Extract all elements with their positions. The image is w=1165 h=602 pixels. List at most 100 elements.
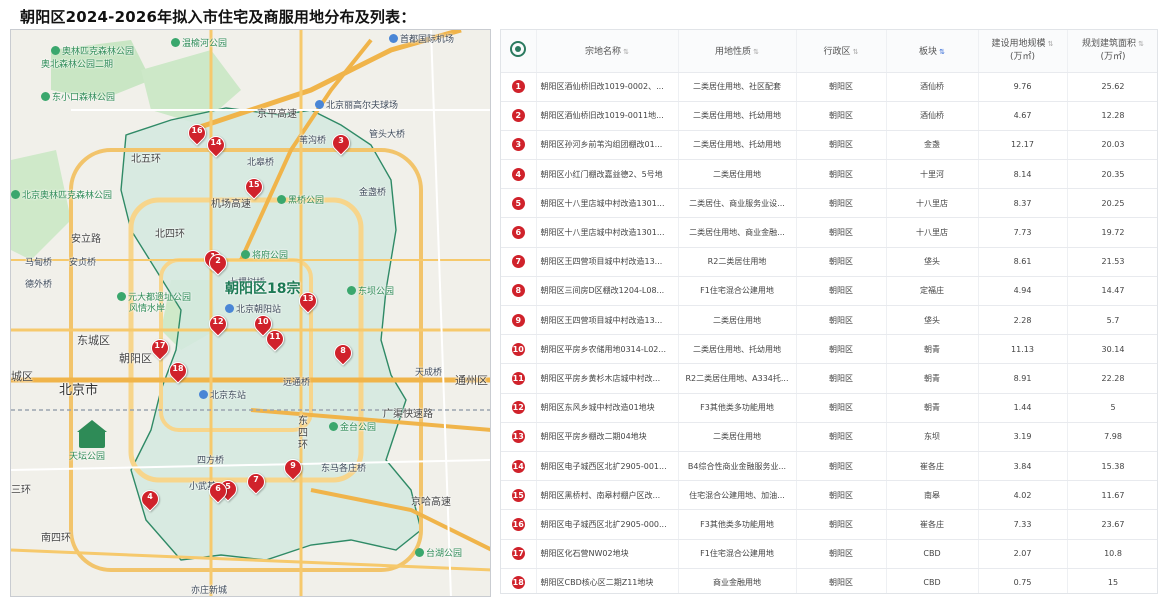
table-row[interactable]: 4 朝阳区小红门棚改嘉益德2、5号地 二类居住用地 朝阳区 十里河 8.14 20.35 (501, 159, 1157, 190)
locate-icon[interactable] (510, 41, 527, 58)
map-pin-4[interactable]: 4 (137, 486, 163, 514)
row-index-badge: 4 (511, 167, 525, 181)
district-cell: 朝阳区 (796, 247, 887, 277)
row-index-badge: 15 (511, 488, 525, 502)
land-name-cell: 朝阳区化石营NW02地块 (536, 539, 679, 569)
table-row[interactable]: 18 朝阳区CBD核心区二期Z11地块 商业金融用地 朝阳区 CBD 0.75 15 (501, 568, 1157, 593)
poi-label: 金台公园 (329, 422, 376, 433)
land-scale-cell: 11.13 (978, 334, 1068, 365)
table-row[interactable]: 15 朝阳区黑桥村、南皋村棚户区改... 住宅混合公建用地、加油... 朝阳区 南皋 4.… (501, 480, 1157, 511)
district-cell: 朝阳区 (796, 276, 887, 307)
table-row[interactable]: 12 朝阳区东风乡城中村改造01地块 F3其他类多功能用地 朝阳区 朝青 1.44 5 (501, 393, 1157, 423)
bridge-label: 四方桥 (197, 456, 225, 466)
sort-icon[interactable]: ⇅ (1138, 40, 1144, 48)
area-cell: 定福庄 (886, 276, 979, 307)
table-row[interactable]: 17 朝阳区化石营NW02地块 F1住宅混合公建用地 朝阳区 CBD 2.07 10.8 (501, 539, 1157, 569)
district-cell: 朝阳区 (796, 451, 887, 482)
land-name-cell: 朝阳区王四营项目城中村改造13... (536, 305, 679, 336)
table-row[interactable]: 9 朝阳区王四营项目城中村改造13... 二类居住用地 朝阳区 垡头 2.28 5.7 (501, 305, 1157, 336)
build-area-cell: 15.38 (1067, 451, 1157, 482)
map-pin-13[interactable]: 13 (295, 288, 321, 316)
column-header-use[interactable]: 用地性质 ⇅ (678, 30, 797, 73)
map-pin-8[interactable]: 8 (330, 340, 356, 368)
land-name-cell: 朝阳区酒仙桥旧改1019-0002、... (536, 72, 679, 102)
table-row[interactable]: 8 朝阳区三间房D区棚改1204-L08... F1住宅混合公建用地 朝阳区 定福庄 4.… (501, 276, 1157, 307)
land-name-cell: 朝阳区平房乡黄杉木店城中村改... (536, 363, 679, 394)
map-pin-12[interactable]: 12 (205, 311, 231, 339)
table-row[interactable]: 6 朝阳区十八里店城中村改造1301... 二类居住用地、商业金融... 朝阳区 十八里… (501, 217, 1157, 248)
table-row[interactable]: 1 朝阳区酒仙桥旧改1019-0002、... 二类居住用地、社区配套 朝阳区 酒仙桥 9… (501, 72, 1157, 102)
map-pin-6[interactable]: 6 (205, 478, 231, 506)
column-header-name[interactable]: 宗地名称 ⇅ (536, 30, 679, 73)
map-pin-15[interactable]: 15 (241, 174, 267, 202)
row-index-cell: 16 (501, 509, 537, 540)
column-header-locate[interactable] (501, 30, 537, 73)
row-index-badge: 1 (511, 80, 525, 94)
map-pin-16[interactable]: 16 (184, 120, 210, 148)
land-use-cell: R2二类居住用地 (678, 247, 797, 277)
map-pin-2[interactable]: 2 (205, 250, 231, 278)
table-row[interactable]: 2 朝阳区酒仙桥旧改1019-0011地... 二类居住用地、托幼用地 朝阳区 酒仙桥 4… (501, 101, 1157, 131)
area-cell: 酒仙桥 (886, 101, 979, 131)
land-scale-cell: 7.33 (978, 509, 1068, 540)
sort-icon[interactable]: ⇅ (939, 48, 945, 56)
build-area-cell: 22.28 (1067, 363, 1157, 394)
column-header-land-scale[interactable]: 建设用地规模 ⇅ (万㎡) (978, 30, 1068, 73)
row-index-badge: 10 (511, 342, 525, 356)
row-index-cell: 12 (501, 393, 537, 423)
build-area-cell: 25.62 (1067, 72, 1157, 102)
area-cell: 朝青 (886, 334, 979, 365)
area-cell: 酒仙桥 (886, 72, 979, 102)
map-pin-18[interactable]: 18 (165, 358, 191, 386)
row-index-cell: 7 (501, 247, 537, 277)
row-index-cell: 1 (501, 72, 537, 102)
district-cell: 朝阳区 (796, 363, 887, 394)
poi-label: 温榆河公园 (171, 38, 227, 49)
table-row[interactable]: 16 朝阳区电子城西区北扩2905-000... F3其他类多功能用地 朝阳区 崔各庄 7… (501, 509, 1157, 540)
bridge-label: 管头大桥 (369, 130, 406, 140)
road-label: 广渠快速路 (383, 409, 433, 420)
land-scale-cell: 1.44 (978, 393, 1068, 423)
table-row[interactable]: 7 朝阳区王四营项目城中村改造13... R2二类居住用地 朝阳区 垡头 8.61 21.5… (501, 247, 1157, 277)
table-row[interactable]: 14 朝阳区电子城西区北扩2905-001... B4综合性商业金融服务业... 朝阳… (501, 451, 1157, 482)
row-index-cell: 8 (501, 276, 537, 307)
build-area-cell: 14.47 (1067, 276, 1157, 307)
row-index-badge: 11 (511, 371, 525, 385)
land-scale-cell: 9.76 (978, 72, 1068, 102)
city-label: 北京市 (59, 383, 99, 398)
district-cell: 朝阳区 (796, 159, 887, 190)
table-row[interactable]: 11 朝阳区平房乡黄杉木店城中村改... R2二类居住用地、A334托... 朝阳区朝… (501, 363, 1157, 394)
sort-icon[interactable]: ⇅ (1048, 40, 1054, 48)
road-label: 南四环 (41, 533, 71, 544)
land-scale-cell: 8.61 (978, 247, 1068, 277)
land-use-cell: B4综合性商业金融服务业... (678, 451, 797, 482)
poi-label: 北京奥林匹克森林公园 (11, 190, 112, 201)
table-row[interactable]: 5 朝阳区十八里店城中村改造1301... 二类居住、商业服务业设... 朝阳区 十八里… (501, 188, 1157, 219)
land-use-cell: 二类居住、商业服务业设... (678, 188, 797, 219)
map-pin-11[interactable]: 11 (262, 326, 288, 354)
sort-icon[interactable]: ⇅ (853, 48, 859, 56)
map-view[interactable]: 奥林匹克森林公园 奥北森林公园二期 温榆河公园 东小口森林公园 首都国际机场 京… (10, 29, 491, 597)
table-row[interactable]: 3 朝阳区孙河乡前苇沟组团棚改01... 二类居住用地、托幼用地 朝阳区 金盏 12.17… (501, 130, 1157, 161)
row-index-cell: 11 (501, 363, 537, 394)
map-pin-7[interactable]: 7 (243, 469, 269, 497)
row-index-cell: 2 (501, 101, 537, 131)
district-cell: 朝阳区 (796, 509, 887, 540)
sort-icon[interactable]: ⇅ (623, 48, 629, 56)
column-header-district[interactable]: 行政区 ⇅ (796, 30, 887, 73)
table-row[interactable]: 13 朝阳区平房乡棚改二期04地块 二类居住用地 朝阳区 东坝 3.19 7.98 (501, 422, 1157, 452)
build-area-cell: 20.03 (1067, 130, 1157, 161)
area-cell: 十八里店 (886, 188, 979, 219)
district-label: 东城区 (77, 334, 110, 347)
build-area-cell: 15 (1067, 568, 1157, 593)
map-pin-9[interactable]: 9 (280, 455, 306, 483)
column-header-area[interactable]: 板块 ⇅ (886, 30, 979, 73)
table-row[interactable]: 10 朝阳区平房乡农储用地0314-L02... 二类居住用地、托幼用地 朝阳区 朝青 1… (501, 334, 1157, 365)
map-pin-17[interactable]: 17 (147, 335, 173, 363)
map-pin-3[interactable]: 3 (328, 130, 354, 158)
map-pin-14[interactable]: 14 (203, 132, 229, 160)
land-use-cell: F1住宅混合公建用地 (678, 276, 797, 307)
column-header-build-area[interactable]: 规划建筑面积 ⇅ (万㎡) (1067, 30, 1157, 73)
sort-icon[interactable]: ⇅ (753, 48, 759, 56)
land-name-cell: 朝阳区酒仙桥旧改1019-0011地... (536, 101, 679, 131)
